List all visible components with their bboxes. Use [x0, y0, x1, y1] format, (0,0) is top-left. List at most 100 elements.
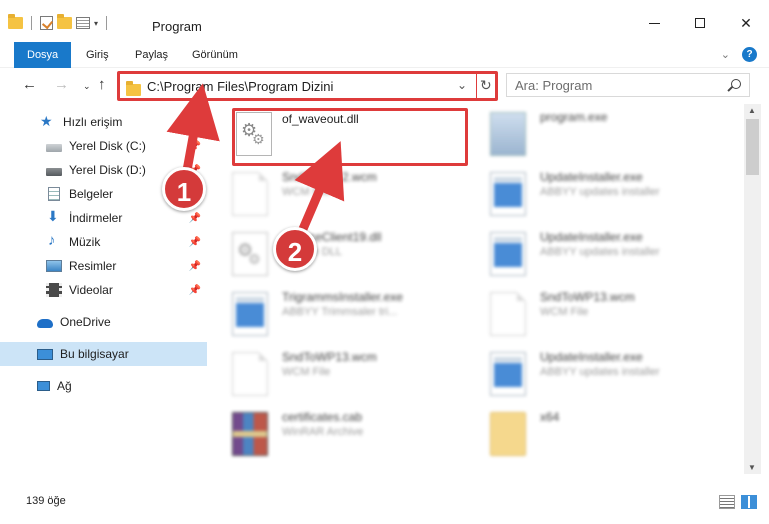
dll-icon — [232, 232, 268, 276]
file-item[interactable]: TrigrammsInstaller.exe ABBYY Trimmsaler … — [218, 284, 458, 342]
sidebar-item-onedrive[interactable]: OneDrive — [0, 310, 207, 334]
scroll-up-icon[interactable]: ▲ — [748, 106, 756, 115]
file-item[interactable]: SndToWP13.wcm WCM File — [218, 344, 458, 402]
tab-share[interactable]: Paylaş — [135, 42, 168, 68]
sidebar-item-label: Yerel Disk (C:) — [69, 139, 146, 153]
file-item[interactable]: UpdateInstaller.exe ABBYY updates instal… — [476, 164, 716, 222]
document-icon — [232, 352, 268, 396]
address-divider — [476, 74, 477, 98]
toolbar-divider — [31, 16, 32, 30]
tiles-view-icon[interactable] — [741, 495, 757, 509]
folder-icon[interactable] — [8, 14, 23, 29]
search-input[interactable]: Ara: Program — [515, 78, 592, 93]
file-type: WCM File — [282, 366, 331, 378]
address-path[interactable]: C:\Program Files\Program Dizini — [147, 79, 333, 94]
vertical-scrollbar[interactable]: ▲ ▼ — [744, 104, 761, 474]
sidebar-item-label: Yerel Disk (D:) — [69, 163, 146, 177]
back-arrow-icon[interactable]: ← — [22, 76, 37, 93]
tab-home[interactable]: Giriş — [86, 42, 109, 68]
video-icon — [46, 283, 62, 297]
computer-icon — [37, 348, 53, 360]
sidebar-item-local-disk-c[interactable]: Yerel Disk (C:) 📌 — [0, 134, 207, 158]
expand-ribbon-icon[interactable]: ⌄ — [721, 48, 730, 61]
details-view-icon[interactable] — [719, 495, 735, 509]
tab-file[interactable]: Dosya — [14, 42, 72, 68]
sidebar-item-label: Müzik — [69, 235, 101, 249]
pin-icon: 📌 — [188, 260, 201, 272]
sidebar-item-this-pc[interactable]: Bu bilgisayar — [0, 342, 207, 366]
download-icon — [46, 208, 62, 225]
properties-check-icon[interactable] — [40, 16, 53, 30]
sidebar-item-label: Bu bilgisayar — [60, 347, 129, 361]
search-icon[interactable] — [731, 79, 741, 89]
forward-arrow-icon[interactable]: → — [54, 76, 69, 93]
sidebar-item-videos[interactable]: Videolar 📌 — [0, 278, 207, 302]
music-icon — [46, 232, 62, 249]
scroll-down-icon[interactable]: ▼ — [748, 463, 756, 472]
drive-icon — [46, 143, 62, 152]
file-item[interactable]: UpdateInstaller.exe ABBYY updates instal… — [476, 224, 716, 282]
help-icon[interactable]: ? — [742, 47, 757, 62]
file-name: x64 — [540, 410, 560, 424]
file-type: ABBYY updates installer — [540, 186, 660, 198]
file-name: certificates.cab — [282, 410, 363, 424]
sidebar-item-music[interactable]: Müzik 📌 — [0, 230, 207, 254]
documents-icon — [48, 187, 60, 201]
file-type: ABBYY updates installer — [540, 366, 660, 378]
file-item[interactable]: ServiceClient19.dll Service DLL — [218, 224, 458, 282]
chevron-down-icon[interactable]: ⌄ — [457, 78, 467, 92]
document-icon — [232, 172, 268, 216]
up-arrow-icon[interactable]: ↑ — [98, 76, 106, 93]
file-item[interactable]: x64 — [476, 404, 716, 462]
sidebar-item-label: İndirmeler — [69, 211, 123, 225]
recent-locations-icon[interactable]: ⌄ — [83, 81, 91, 92]
refresh-icon[interactable]: ↻ — [480, 77, 492, 94]
window-icon — [232, 292, 268, 336]
pin-icon: 📌 — [188, 140, 201, 152]
navigation-bar: ← → ⌄ ↑ C:\Program Files\Program Dizini … — [0, 68, 769, 104]
ribbon: Dosya Giriş Paylaş Görünüm ⌄ ? — [0, 42, 769, 68]
file-item[interactable]: SndToWP12.wcm WCM File — [218, 164, 458, 222]
sidebar-item-pictures[interactable]: Resimler 📌 — [0, 254, 207, 278]
maximize-button[interactable] — [677, 8, 723, 38]
title-bar: ▾ Program ✕ — [0, 0, 769, 42]
status-bar: 139 öğe — [0, 488, 769, 518]
new-folder-icon[interactable] — [57, 14, 72, 29]
file-name: SndToWP12.wcm — [282, 170, 377, 184]
view-toggle — [719, 495, 757, 509]
file-name: UpdateInstaller.exe — [540, 230, 643, 244]
folder-icon — [490, 412, 526, 456]
close-button[interactable]: ✕ — [723, 8, 769, 38]
file-name: program.exe — [540, 110, 608, 124]
sidebar-item-network[interactable]: Ağ — [0, 374, 207, 398]
navigation-pane: Hızlı erişim Yerel Disk (C:) 📌 Yerel Dis… — [0, 104, 208, 474]
file-item[interactable]: UpdateInstaller.exe ABBYY updates instal… — [476, 344, 716, 402]
scrollbar-thumb[interactable] — [746, 119, 759, 175]
drive-icon — [46, 167, 62, 176]
minimize-icon — [648, 22, 660, 24]
tab-view[interactable]: Görünüm — [192, 42, 238, 68]
file-type: ABBYY Trimmsaler tri... — [282, 306, 398, 318]
window-icon — [490, 352, 526, 396]
file-name: UpdateInstaller.exe — [540, 350, 643, 364]
cloud-icon — [37, 319, 53, 328]
file-item[interactable]: program.exe — [476, 104, 716, 162]
search-box[interactable]: Ara: Program — [506, 73, 750, 97]
minimize-button[interactable] — [631, 8, 677, 38]
file-type: WCM File — [282, 186, 331, 198]
file-type: ABBYY updates installer — [540, 246, 660, 258]
file-item[interactable]: certificates.cab WinRAR Archive — [218, 404, 458, 462]
customize-toolbar-icon[interactable]: ▾ — [94, 19, 98, 28]
rename-icon[interactable] — [76, 17, 90, 29]
file-item[interactable]: SndToWP13.wcm WCM File — [476, 284, 716, 342]
sidebar-item-label: Ağ — [57, 379, 72, 393]
sidebar-item-quick-access[interactable]: Hızlı erişim — [0, 110, 207, 134]
address-bar[interactable]: C:\Program Files\Program Dizini ⌄ ↻ — [117, 71, 498, 101]
pin-icon: 📌 — [188, 284, 201, 296]
window-controls: ✕ — [631, 8, 769, 38]
window-title: Program — [152, 19, 202, 34]
window-icon — [490, 172, 526, 216]
network-icon — [37, 381, 50, 391]
ribbon-controls: ⌄ ? — [721, 47, 757, 62]
close-icon: ✕ — [740, 14, 752, 31]
